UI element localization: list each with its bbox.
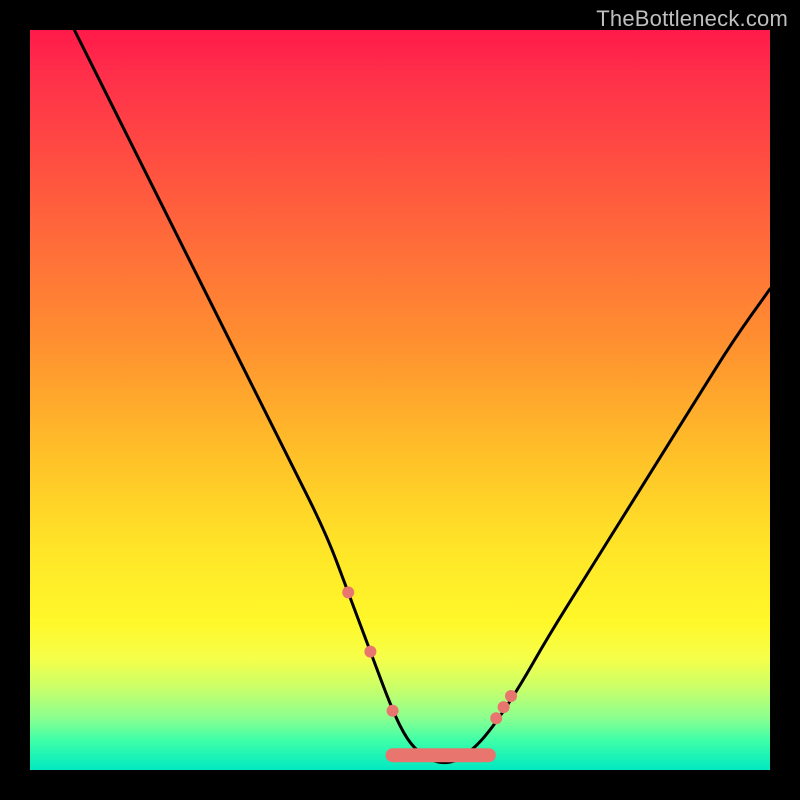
curve-marker xyxy=(505,690,517,702)
curve-marker xyxy=(342,586,354,598)
bottleneck-curve xyxy=(74,30,770,763)
curve-marker xyxy=(364,646,376,658)
curve-layer xyxy=(30,30,770,770)
chart-outer-frame: TheBottleneck.com xyxy=(0,0,800,800)
watermark-text: TheBottleneck.com xyxy=(596,6,788,32)
curve-markers xyxy=(342,586,517,724)
plot-area xyxy=(30,30,770,770)
curve-marker xyxy=(498,701,510,713)
curve-marker xyxy=(387,705,399,717)
curve-marker xyxy=(490,712,502,724)
